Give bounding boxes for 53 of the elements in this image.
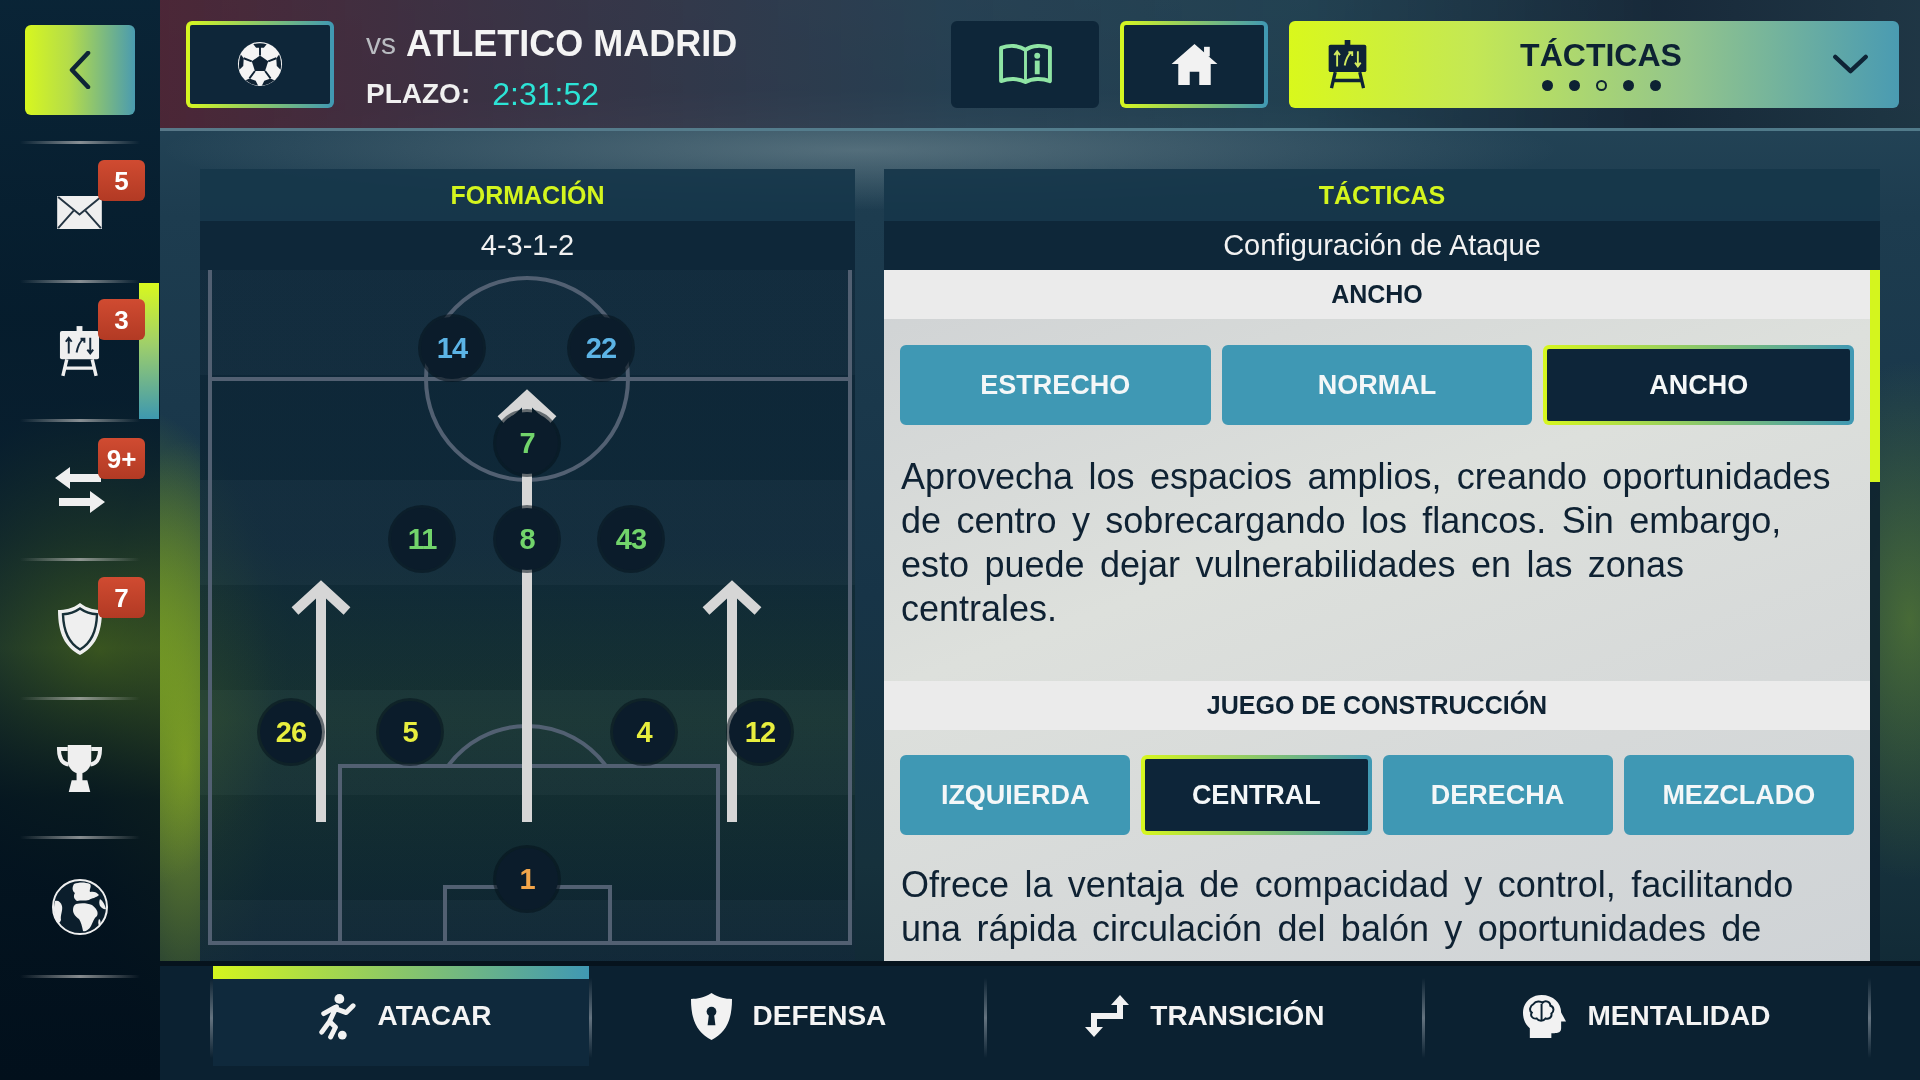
trophy-icon [56, 743, 103, 793]
soccer-ball-icon [237, 41, 283, 87]
notification-count: 3 [98, 299, 145, 340]
player-marker: 11 [391, 508, 453, 570]
player-marker: 22 [570, 317, 632, 379]
player-marker: 43 [600, 508, 662, 570]
option-button[interactable]: NORMAL [1221, 345, 1533, 425]
swap-arrows-icon [54, 467, 105, 513]
shield-icon [56, 602, 103, 656]
player-marker: 14 [421, 317, 483, 379]
sidebar-item[interactable]: 7 [0, 561, 159, 697]
player-marker: 4 [613, 701, 675, 763]
option-button[interactable]: DERECHA [1382, 755, 1613, 835]
section-title: ANCHO [1331, 282, 1423, 307]
formation-label: 4-3-1-2 [480, 231, 575, 260]
screen-dropdown[interactable]: TÁCTICAS [1289, 20, 1899, 108]
player-marker: 7 [496, 412, 558, 474]
sidebar-item[interactable]: 5 [0, 144, 159, 280]
option-button[interactable]: IZQUIERDA [900, 755, 1131, 835]
option-description: Ofrece la ventaja de compacidad y control, facilitando una rápida circulación del balón y oportunidades de [901, 863, 1795, 951]
tactics-board-icon [58, 325, 101, 377]
deadline-timer: 2:31:52 [492, 78, 599, 110]
versus-label: vs [366, 29, 396, 59]
chevron-down-icon [1833, 53, 1868, 75]
shield-keyhole-icon [689, 991, 733, 1041]
option-button[interactable]: MEZCLADO [1623, 755, 1854, 835]
player-marker: 26 [260, 701, 322, 763]
envelope-icon [57, 195, 102, 229]
player-marker: 5 [379, 701, 441, 763]
panel-subtitle: Configuración de Ataque [1223, 231, 1541, 260]
player-marker: 12 [729, 701, 791, 763]
globe-icon [51, 879, 108, 935]
deadline-label: PLAZO: [366, 80, 471, 108]
panel-title: TÁCTICAS [1318, 182, 1446, 208]
player-marker: 8 [496, 508, 558, 570]
chevron-left-icon [69, 51, 91, 89]
notification-count: 5 [98, 160, 145, 201]
player-marker: 1 [496, 848, 558, 910]
tactics-board-icon [1326, 39, 1369, 89]
notification-count: 7 [98, 577, 145, 618]
panel-title: FORMACIÓN [450, 182, 605, 208]
option-description: Aprovecha los espacios amplios, creando oportunidades de centro y sobrecargando los flancos. Sin embargo, esto puede dejar vulnerabilidades en las zonas centrales. [901, 455, 1832, 631]
book-info-icon [997, 42, 1053, 86]
option-button[interactable]: ESTRECHO [900, 345, 1211, 425]
opponent-name: ATLETICO MADRID [406, 26, 738, 62]
guide-button[interactable] [951, 20, 1099, 108]
home-icon [1169, 43, 1219, 85]
sidebar-item[interactable]: 9+ [0, 422, 159, 558]
bottom-tab[interactable]: ATACAR [213, 966, 590, 1066]
bent-arrows-icon [1084, 994, 1131, 1038]
notification-count: 9+ [98, 438, 145, 479]
back-button[interactable] [25, 25, 135, 115]
head-brain-icon [1522, 993, 1568, 1039]
